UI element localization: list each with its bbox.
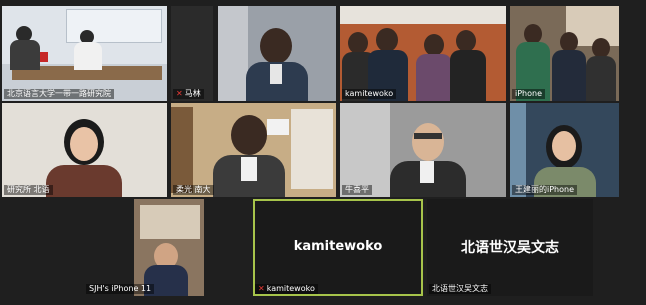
video-tile-1[interactable]: 北京语言大学一带一路研究院 — [2, 6, 167, 101]
participant-display-name: kamitewoko — [293, 239, 383, 254]
person-video — [84, 199, 249, 296]
participant-name: 牛喜平 — [342, 185, 372, 195]
participant-name: iPhone — [512, 89, 546, 99]
video-tile-8[interactable]: 牛喜平 — [340, 103, 506, 197]
video-tile-9[interactable]: 王建丽的iPhone — [510, 103, 619, 197]
video-tile-10[interactable]: SJH's iPhone 11 — [84, 199, 249, 296]
participant-name: 北语世汉吴文志 — [429, 284, 491, 294]
video-tile-6[interactable]: 研究所 北语 — [2, 103, 167, 197]
meeting-room-scene — [2, 6, 167, 101]
group-video — [340, 6, 506, 101]
video-tile-5[interactable]: iPhone — [510, 6, 619, 101]
person-video — [171, 103, 336, 197]
participant-name: ✕ 马林 — [173, 89, 204, 99]
video-tile-4[interactable]: kamitewoko — [340, 6, 506, 101]
participant-name: 研究所 北语 — [4, 185, 53, 195]
group-video — [510, 6, 619, 101]
video-tile-3[interactable] — [218, 6, 336, 101]
video-tile-2[interactable]: ✕ 马林 — [171, 6, 213, 101]
participant-name: SJH's iPhone 11 — [86, 284, 155, 294]
person-video — [2, 103, 167, 197]
mic-muted-icon: ✕ — [176, 89, 183, 98]
video-tile-12[interactable]: 北语世汉吴文志 北语世汉吴文志 — [427, 199, 593, 296]
person-video — [218, 6, 336, 101]
participant-name: kamitewoko — [342, 89, 397, 99]
video-tile-7[interactable]: 柔光 南大 — [171, 103, 336, 197]
participant-display-name: 北语世汉吴文志 — [461, 240, 559, 256]
person-video — [510, 103, 619, 197]
participant-name: 柔光 南大 — [173, 185, 214, 195]
video-tile-11[interactable]: kamitewoko ✕ kamitewoko — [253, 199, 423, 296]
participant-name: ✕ kamitewoko — [255, 284, 318, 294]
participant-name: 北京语言大学一带一路研究院 — [4, 89, 114, 99]
person-video — [340, 103, 506, 197]
mic-muted-icon: ✕ — [258, 284, 265, 293]
participant-name: 王建丽的iPhone — [512, 185, 578, 195]
